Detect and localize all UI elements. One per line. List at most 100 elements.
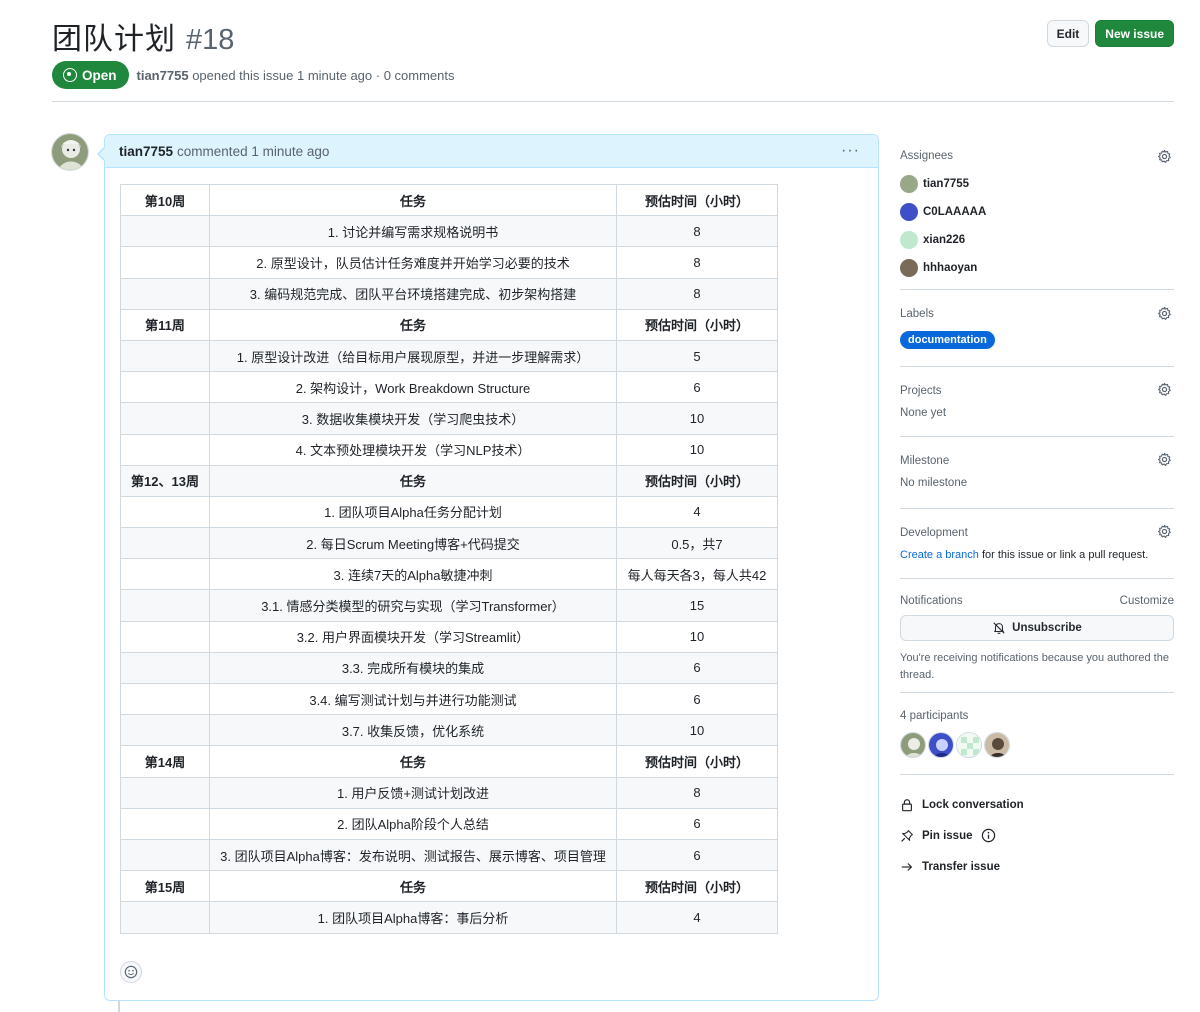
table-cell: 3. 连续7天的Alpha敏捷冲刺 bbox=[209, 558, 617, 591]
table-row: 2. 架构设计，Work Breakdown Structure 6 bbox=[120, 371, 778, 404]
table-cell: 3.3. 完成所有模块的集成 bbox=[209, 651, 617, 685]
assignee-item[interactable]: C0LAAAAA bbox=[900, 198, 1174, 226]
table-cell: 任务 bbox=[209, 308, 617, 341]
table-row: 3. 数据收集模块开发（学习爬虫技术） 10 bbox=[120, 402, 778, 435]
table-cell bbox=[120, 589, 210, 622]
table-cell bbox=[120, 620, 210, 653]
header-divider bbox=[52, 101, 1174, 102]
unsubscribe-label: Unsubscribe bbox=[1012, 622, 1082, 634]
comment-author-link[interactable]: tian7755 bbox=[119, 144, 173, 159]
avatar[interactable] bbox=[51, 133, 89, 171]
table-cell: 预估时间（小时） bbox=[616, 464, 778, 497]
table-cell: 2. 架构设计，Work Breakdown Structure bbox=[209, 371, 617, 404]
table-cell: 6 bbox=[616, 807, 778, 840]
table-cell: 2. 原型设计，队员估计任务难度并开始学习必要的技术 bbox=[209, 246, 617, 279]
assignee-item[interactable]: tian7755 bbox=[900, 170, 1174, 198]
arrow-right-icon bbox=[901, 862, 913, 871]
plan-table: 第10周 任务 预估时间（小时） 1. 讨论并编写需求规格说明书 8 2. 原型设计，队员… bbox=[120, 183, 778, 934]
avatar[interactable] bbox=[928, 732, 954, 758]
table-cell bbox=[120, 838, 210, 872]
table-cell: 预估时间（小时） bbox=[616, 870, 778, 903]
table-cell: 每人每天各3，每人共42 bbox=[616, 558, 778, 591]
table-row: 3.7. 收集反馈，优化系统 10 bbox=[120, 714, 778, 747]
transfer-issue-button[interactable]: Transfer issue bbox=[900, 851, 1174, 882]
table-cell: 10 bbox=[616, 402, 778, 435]
table-cell: 第11周 bbox=[120, 308, 210, 341]
table-cell: 10 bbox=[616, 433, 778, 466]
table-row: 1. 原型设计改进（给目标用户展现原型，并进一步理解需求） 5 bbox=[120, 339, 778, 373]
gear-icon[interactable] bbox=[1157, 524, 1172, 539]
projects-section: Projects None yet bbox=[900, 367, 1174, 437]
avatar[interactable] bbox=[900, 732, 926, 758]
participants-title: 4 participants bbox=[900, 710, 969, 722]
table-cell bbox=[120, 277, 210, 310]
table-cell: 3. 编码规范完成、团队平台环境搭建完成、初步架构搭建 bbox=[209, 277, 617, 310]
table-cell: 6 bbox=[616, 651, 778, 685]
avatar[interactable] bbox=[956, 732, 982, 758]
table-cell: 预估时间（小时） bbox=[616, 183, 778, 217]
participants-section: 4 participants bbox=[900, 693, 1174, 775]
table-row: 1. 团队项目Alpha博客：事后分析 4 bbox=[120, 901, 778, 934]
issue-number: #18 bbox=[186, 24, 235, 56]
assignees-title: Assignees bbox=[900, 150, 954, 162]
create-branch-link[interactable]: Create a branch bbox=[900, 549, 979, 561]
development-text: Create a branch for this issue or link a… bbox=[900, 549, 1174, 561]
smiley-icon[interactable] bbox=[120, 961, 142, 983]
table-cell: 6 bbox=[616, 682, 778, 716]
table-row: 1. 团队项目Alpha任务分配计划 4 bbox=[120, 495, 778, 529]
gear-icon[interactable] bbox=[1157, 382, 1172, 397]
table-row: 3. 编码规范完成、团队平台环境搭建完成、初步架构搭建 8 bbox=[120, 277, 778, 310]
table-cell: 预估时间（小时） bbox=[616, 308, 778, 341]
bell-slash-icon bbox=[993, 622, 1005, 634]
info-icon[interactable] bbox=[981, 828, 996, 843]
label-documentation[interactable]: documentation bbox=[900, 331, 995, 349]
comment-header: tian7755 commented 1 minute ago ··· bbox=[105, 135, 878, 168]
assignee-item[interactable]: xian226 bbox=[900, 226, 1174, 254]
table-cell bbox=[120, 807, 210, 840]
avatar bbox=[900, 231, 918, 249]
title-row: 团队计划 #18 bbox=[52, 14, 1174, 56]
table-row: 4. 文本预处理模块开发（学习NLP技术） 10 bbox=[120, 433, 778, 466]
avatar bbox=[900, 203, 918, 221]
development-section: Development Create a branch for this iss… bbox=[900, 509, 1174, 579]
milestone-section: Milestone No milestone bbox=[900, 437, 1174, 509]
assignee-item[interactable]: hhhaoyan bbox=[900, 254, 1174, 282]
table-cell bbox=[120, 714, 210, 747]
table-cell bbox=[120, 433, 210, 466]
table-cell bbox=[120, 215, 210, 248]
transfer-issue-label: Transfer issue bbox=[922, 860, 1000, 873]
table-cell: 3.4. 编写测试计划与并进行功能测试 bbox=[209, 682, 617, 716]
avatar bbox=[900, 175, 918, 193]
customize-link[interactable]: Customize bbox=[1120, 595, 1174, 607]
pin-icon bbox=[901, 829, 913, 842]
table-row: 1. 讨论并编写需求规格说明书 8 bbox=[120, 215, 778, 248]
table-cell: 2. 每日Scrum Meeting博客+代码提交 bbox=[209, 527, 617, 560]
avatar[interactable] bbox=[984, 732, 1010, 758]
table-cell: 5 bbox=[616, 339, 778, 373]
table-row: 3. 团队项目Alpha博客：发布说明、测试报告、展示博客、项目管理 6 bbox=[120, 838, 778, 872]
table-cell: 4. 文本预处理模块开发（学习NLP技术） bbox=[209, 433, 617, 466]
lock-conversation-label: Lock conversation bbox=[922, 798, 1024, 811]
edit-button[interactable]: Edit bbox=[1046, 20, 1090, 47]
table-cell: 任务 bbox=[209, 745, 617, 778]
table-cell: 任务 bbox=[209, 870, 617, 903]
assignee-list: tian7755 C0LAAAAA xian226 hhhaoyan bbox=[900, 170, 1174, 282]
new-issue-button[interactable]: New issue bbox=[1095, 20, 1174, 47]
kebab-horizontal-icon[interactable]: ··· bbox=[841, 142, 860, 160]
issue-author-link[interactable]: tian7755 bbox=[137, 68, 189, 83]
gear-icon[interactable] bbox=[1157, 149, 1172, 164]
comment-timestamp[interactable]: commented 1 minute ago bbox=[177, 144, 329, 159]
table-row: 2. 团队Alpha阶段个人总结 6 bbox=[120, 807, 778, 840]
unsubscribe-button[interactable]: Unsubscribe bbox=[900, 615, 1174, 641]
gear-icon[interactable] bbox=[1157, 452, 1172, 467]
table-cell: 第12、13周 bbox=[120, 464, 210, 497]
table-cell bbox=[120, 495, 210, 529]
gear-icon[interactable] bbox=[1157, 306, 1172, 321]
pin-issue-button[interactable]: Pin issue bbox=[900, 820, 1174, 851]
lock-conversation-button[interactable]: Lock conversation bbox=[900, 789, 1174, 820]
table-cell bbox=[120, 402, 210, 435]
table-row: 2. 原型设计，队员估计任务难度并开始学习必要的技术 8 bbox=[120, 246, 778, 279]
table-cell: 3. 数据收集模块开发（学习爬虫技术） bbox=[209, 402, 617, 435]
comment-box: tian7755 commented 1 minute ago ··· 第10周… bbox=[97, 134, 879, 1001]
table-cell: 1. 用户反馈+测试计划改进 bbox=[209, 776, 617, 809]
